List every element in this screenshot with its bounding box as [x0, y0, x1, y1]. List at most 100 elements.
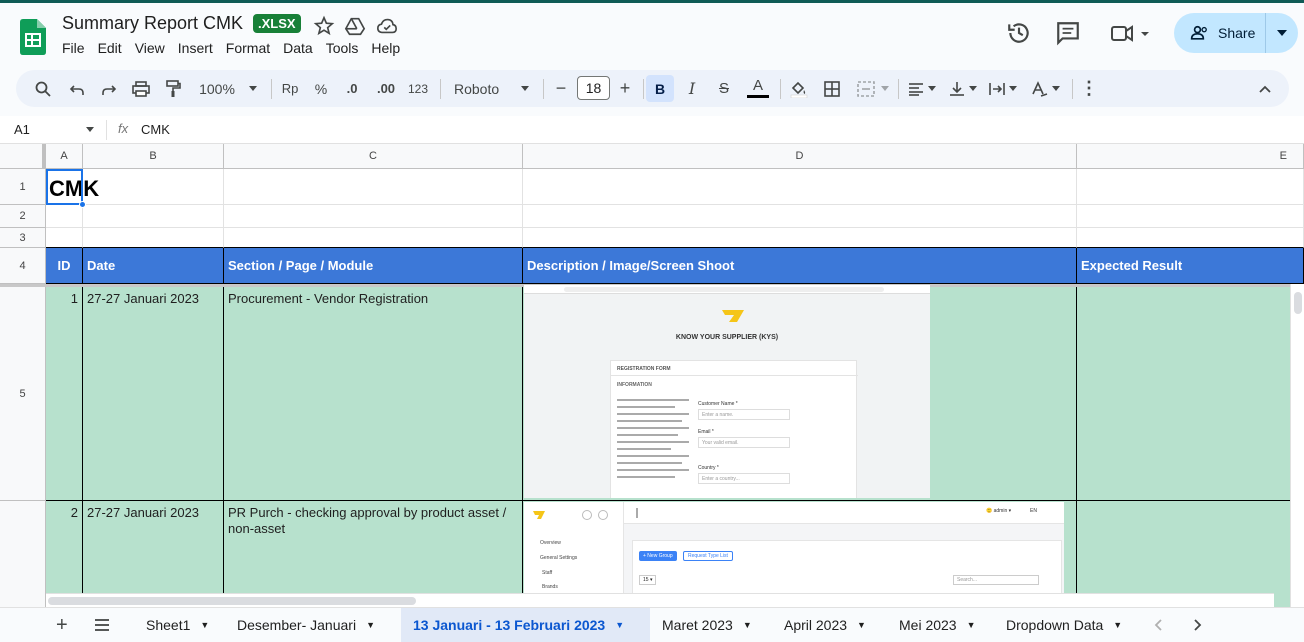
all-sheets-icon[interactable]	[82, 608, 122, 642]
decrease-decimal-button[interactable]: .0	[339, 70, 365, 107]
row-header-5[interactable]: 5	[0, 284, 46, 501]
sheet-tab-dropdown-data[interactable]: Dropdown Data ▼	[994, 608, 1134, 642]
table-row-1-id[interactable]: 1	[46, 287, 83, 501]
table-row-1-date[interactable]: 27-27 Januari 2023	[83, 287, 224, 501]
move-to-drive-icon[interactable]	[344, 15, 366, 37]
share-dropdown[interactable]	[1266, 30, 1298, 36]
font-size-input[interactable]: 18	[577, 76, 610, 100]
table-row-2-id[interactable]: 2	[46, 501, 83, 607]
horizontal-align-icon[interactable]	[903, 70, 941, 107]
italic-button[interactable]: I	[678, 70, 706, 107]
menu-tools[interactable]: Tools	[326, 40, 366, 56]
menu-insert[interactable]: Insert	[178, 40, 220, 56]
vertical-align-icon[interactable]	[944, 70, 982, 107]
cloud-saved-icon[interactable]	[376, 15, 398, 37]
increase-font-size-button[interactable]: +	[613, 70, 637, 107]
document-title[interactable]: Summary Report CMK	[62, 13, 243, 34]
text-color-button[interactable]: A	[743, 70, 773, 107]
cell-c2[interactable]	[224, 205, 523, 228]
increase-decimal-button[interactable]: .00	[371, 70, 401, 107]
cell-e1[interactable]	[1077, 169, 1304, 205]
sheet-tab-april-2023[interactable]: April 2023 ▼	[772, 608, 878, 642]
fill-handle[interactable]	[79, 201, 86, 208]
print-icon[interactable]	[128, 70, 154, 107]
cell-d2[interactable]	[523, 205, 1077, 228]
paint-format-icon[interactable]	[160, 70, 186, 107]
fill-color-icon[interactable]	[786, 70, 812, 107]
table-row-1-expected[interactable]	[1077, 287, 1304, 501]
menu-format[interactable]: Format	[226, 40, 277, 56]
share-button[interactable]: Share	[1174, 13, 1298, 53]
horizontal-scroll-thumb[interactable]	[48, 597, 416, 605]
header-id[interactable]: ID	[46, 248, 83, 284]
row-header-6[interactable]	[0, 501, 46, 607]
cell-d1[interactable]	[523, 169, 1077, 205]
embedded-screenshot-approval[interactable]: Overview General Settings Staff Brands 🙂…	[524, 502, 1064, 607]
comments-icon[interactable]	[1055, 20, 1081, 46]
row-header-2[interactable]: 2	[0, 205, 46, 228]
collapse-toolbar-icon[interactable]	[1254, 70, 1276, 107]
cell-e2[interactable]	[1077, 205, 1304, 228]
text-wrapping-icon[interactable]	[984, 70, 1022, 107]
menu-file[interactable]: File	[62, 40, 92, 56]
name-box[interactable]: A1	[14, 122, 30, 137]
sheet-tab-13-januari-13-februari-2023[interactable]: 13 Januari - 13 Februari 2023 ▼	[401, 608, 650, 642]
scroll-tabs-right-icon[interactable]	[1182, 608, 1214, 642]
cell-a3[interactable]	[46, 228, 83, 248]
sheets-logo-icon[interactable]	[20, 19, 46, 55]
strikethrough-button[interactable]: S	[710, 70, 738, 107]
cell-b3[interactable]	[83, 228, 224, 248]
search-menus-icon[interactable]	[30, 70, 56, 107]
cell-b2[interactable]	[83, 205, 224, 228]
sheet-tab-sheet1[interactable]: Sheet1 ▼	[134, 608, 221, 642]
column-header-b[interactable]: B	[83, 144, 224, 169]
font-family-select[interactable]: Roboto	[446, 70, 538, 107]
sheet-tab-maret-2023[interactable]: Maret 2023 ▼	[650, 608, 764, 642]
table-row-2-expected[interactable]	[1077, 501, 1304, 607]
borders-icon[interactable]	[819, 70, 845, 107]
header-section[interactable]: Section / Page / Module	[224, 248, 523, 284]
add-sheet-button[interactable]: +	[44, 608, 80, 642]
select-all-corner[interactable]	[0, 144, 46, 169]
vertical-scrollbar[interactable]	[1290, 284, 1304, 607]
scroll-tabs-left-icon[interactable]	[1142, 608, 1174, 642]
undo-icon[interactable]	[64, 70, 90, 107]
column-header-c[interactable]: C	[224, 144, 523, 169]
column-header-e[interactable]: E	[1077, 144, 1304, 169]
cell-b1[interactable]	[83, 169, 224, 205]
format-currency-button[interactable]: Rp	[277, 70, 303, 107]
table-row-2-date[interactable]: 27-27 Januari 2023	[83, 501, 224, 607]
menu-edit[interactable]: Edit	[98, 40, 129, 56]
zoom-select[interactable]: 100%	[192, 70, 264, 107]
menu-view[interactable]: View	[135, 40, 172, 56]
horizontal-scrollbar[interactable]	[46, 593, 1274, 607]
row-header-4[interactable]: 4	[0, 248, 46, 284]
more-formats-button[interactable]: 123	[404, 70, 432, 107]
version-history-icon[interactable]	[1006, 20, 1032, 46]
share-main[interactable]: Share	[1174, 13, 1266, 53]
sheet-tab-mei-2023[interactable]: Mei 2023 ▼	[887, 608, 988, 642]
row-header-1[interactable]: 1	[0, 169, 46, 205]
formula-input[interactable]: CMK	[141, 122, 170, 137]
sheet-tab-desember-januari[interactable]: Desember- Januari ▼	[225, 608, 387, 642]
menu-help[interactable]: Help	[371, 40, 407, 56]
table-row-1-section[interactable]: Procurement - Vendor Registration	[224, 287, 523, 501]
cell-a2[interactable]	[46, 205, 83, 228]
cell-c1[interactable]	[224, 169, 523, 205]
merge-cells-icon[interactable]	[852, 70, 894, 107]
more-options-icon[interactable]: ⋮	[1078, 70, 1100, 107]
column-header-d[interactable]: D	[523, 144, 1077, 169]
chevron-down-icon[interactable]	[86, 127, 94, 132]
text-rotation-icon[interactable]	[1024, 70, 1066, 107]
vertical-scroll-thumb[interactable]	[1294, 292, 1302, 314]
bold-button[interactable]: B	[646, 75, 674, 102]
menu-data[interactable]: Data	[283, 40, 320, 56]
format-percent-button[interactable]: %	[308, 70, 334, 107]
header-expected-result[interactable]: Expected Result	[1077, 248, 1304, 284]
row-header-3[interactable]: 3	[0, 228, 46, 248]
header-description[interactable]: Description / Image/Screen Shoot	[523, 248, 1077, 284]
cell-e3[interactable]	[1077, 228, 1304, 248]
cell-c3[interactable]	[224, 228, 523, 248]
column-header-a[interactable]: A	[46, 144, 83, 169]
redo-icon[interactable]	[96, 70, 122, 107]
